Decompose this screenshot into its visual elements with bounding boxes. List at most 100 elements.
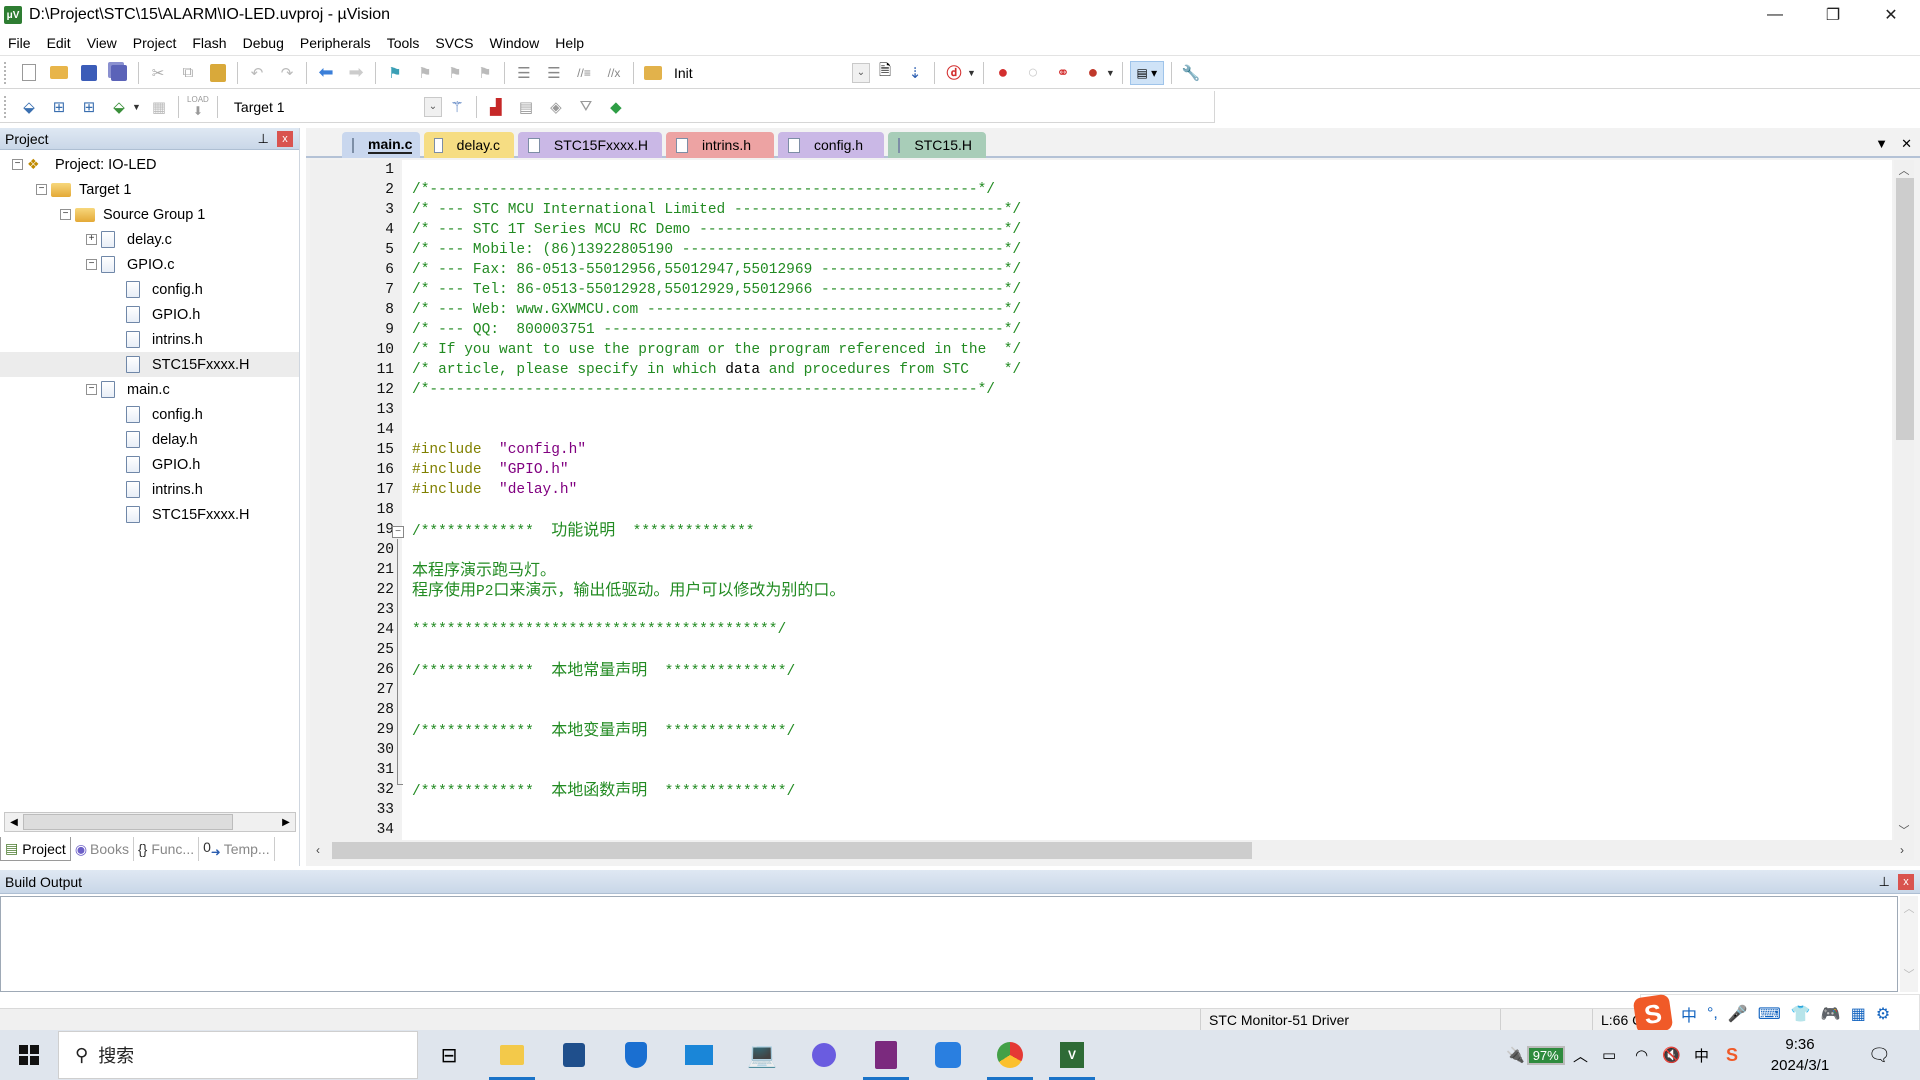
menu-project[interactable]: Project	[125, 35, 185, 51]
code-line[interactable]: /* article, please specify in which data…	[402, 360, 1892, 380]
code-line[interactable]	[402, 820, 1892, 840]
tree-node[interactable]: − GPIO.c	[0, 252, 299, 277]
debug-session-button[interactable]: ⓓ	[942, 61, 966, 85]
find-combo[interactable]: Init ⌄	[668, 62, 870, 84]
editor-vertical-scrollbar[interactable]: ︿ ﹀	[1894, 160, 1914, 840]
paste-button[interactable]	[206, 61, 230, 85]
open-button[interactable]	[47, 61, 71, 85]
tree-node[interactable]: intrins.h	[0, 477, 299, 502]
code-line[interactable]	[402, 420, 1892, 440]
code-line[interactable]: #include "delay.h"	[402, 480, 1892, 500]
ime-skin-icon[interactable]: 👕	[1791, 1004, 1811, 1024]
code-line[interactable]	[402, 160, 1892, 180]
cut-button[interactable]: ✂	[146, 61, 170, 85]
horizontal-scroll-thumb[interactable]	[332, 842, 1252, 859]
tab-functions[interactable]: {} Func...	[134, 837, 200, 861]
tree-node[interactable]: delay.h	[0, 427, 299, 452]
ime-keyboard-icon[interactable]: ⌨	[1758, 1004, 1781, 1024]
save-all-button[interactable]	[107, 61, 131, 85]
manage-components-button[interactable]: ▟	[484, 95, 508, 119]
pin-icon[interactable]: ⊥	[258, 131, 269, 147]
run-time-environment-button[interactable]: ◆	[604, 95, 628, 119]
comment-button[interactable]: //≡	[572, 61, 596, 85]
chevron-down-icon[interactable]: ⌄	[423, 96, 442, 117]
editor-tab[interactable]: STC15.H	[888, 132, 986, 158]
ime-voice-icon[interactable]: 🎤	[1728, 1004, 1748, 1024]
ime-settings-icon[interactable]: ⚙	[1876, 1004, 1890, 1024]
input-method-indicator[interactable]: 中	[1694, 1030, 1709, 1080]
collapse-icon[interactable]: −	[60, 209, 71, 220]
kill-all-breakpoints-button[interactable]: ●	[1081, 61, 1105, 85]
pack-installer-button[interactable]: ⛛	[574, 95, 598, 119]
editor-tab[interactable]: STC15Fxxxx.H	[518, 132, 662, 158]
copy-button[interactable]: ⧉	[176, 61, 200, 85]
taskbar-browser[interactable]	[981, 1030, 1039, 1080]
tree-node[interactable]: STC15Fxxxx.H	[0, 352, 299, 377]
code-line[interactable]	[402, 700, 1892, 720]
collapse-icon[interactable]: −	[86, 384, 97, 395]
code-line[interactable]: /************* 本地常量声明 **************/	[402, 660, 1892, 680]
collapse-icon[interactable]: −	[86, 259, 97, 270]
scroll-right-icon[interactable]: ›	[1900, 843, 1904, 857]
insert-bookmark-button[interactable]: ⚑	[383, 61, 407, 85]
code-line[interactable]: /* --- STC MCU International Limited ---…	[402, 200, 1892, 220]
code-line[interactable]	[402, 680, 1892, 700]
code-editor[interactable]: /*--------------------------------------…	[402, 160, 1892, 840]
tab-list-dropdown[interactable]: ▼	[1875, 136, 1888, 151]
incremental-find-button[interactable]: ⇣	[903, 61, 927, 85]
editor-tab[interactable]: intrins.h	[666, 132, 774, 158]
build-button[interactable]: ⊞	[47, 95, 71, 119]
menu-file[interactable]: File	[0, 35, 39, 51]
code-line[interactable]: #include "GPIO.h"	[402, 460, 1892, 480]
taskbar-search-box[interactable]: ⚲ 搜索	[58, 1031, 418, 1079]
code-line[interactable]: /* --- Fax: 86-0513-55012956,55012947,55…	[402, 260, 1892, 280]
menu-peripherals[interactable]: Peripherals	[292, 35, 379, 51]
toolbar-grip[interactable]	[4, 61, 10, 84]
code-line[interactable]: /*--------------------------------------…	[402, 180, 1892, 200]
taskbar-pdf-app[interactable]	[857, 1030, 915, 1080]
tree-node[interactable]: STC15Fxxxx.H	[0, 502, 299, 527]
taskbar-mail[interactable]	[670, 1030, 728, 1080]
enable-breakpoint-button[interactable]: ○	[1021, 61, 1045, 85]
select-software-packs-button[interactable]: ◈	[544, 95, 568, 119]
close-button[interactable]: ✕	[1862, 0, 1920, 30]
code-line[interactable]: #include "config.h"	[402, 440, 1892, 460]
tab-project[interactable]: ▤ Project	[0, 837, 71, 861]
code-line[interactable]: ****************************************…	[402, 620, 1892, 640]
nav-back-button[interactable]: ⬅	[314, 61, 338, 85]
batch-build-button[interactable]: ⬙	[107, 95, 131, 119]
tree-node[interactable]: − Source Group 1	[0, 202, 299, 227]
batch-build-dropdown-arrow[interactable]: ▼	[132, 102, 141, 112]
code-line[interactable]	[402, 600, 1892, 620]
menu-help[interactable]: Help	[547, 35, 592, 51]
expand-icon[interactable]: +	[86, 234, 97, 245]
taskbar-sync-app[interactable]	[795, 1030, 853, 1080]
menu-view[interactable]: View	[79, 35, 125, 51]
tree-node[interactable]: GPIO.h	[0, 452, 299, 477]
disable-all-breakpoints-button[interactable]: ⚭	[1051, 61, 1075, 85]
ime-toolbox-icon[interactable]: ▦	[1851, 1004, 1866, 1024]
code-line[interactable]: /************* 本地变量声明 **************/	[402, 720, 1892, 740]
target-options-button[interactable]: ⚚	[445, 95, 469, 119]
tree-node[interactable]: GPIO.h	[0, 302, 299, 327]
battery-tray-icon[interactable]: ▭	[1602, 1030, 1616, 1080]
editor-horizontal-scrollbar[interactable]: ‹ ›	[310, 840, 1914, 860]
editor-tab[interactable]: delay.c	[424, 132, 514, 158]
collapse-icon[interactable]: −	[12, 159, 23, 170]
close-tab-button[interactable]: ✕	[1901, 136, 1912, 152]
tree-node[interactable]: config.h	[0, 277, 299, 302]
tab-books[interactable]: ◉ Books	[71, 837, 134, 861]
code-line[interactable]	[402, 740, 1892, 760]
code-line[interactable]: 本程序演示跑马灯。	[402, 560, 1892, 580]
system-clock[interactable]: 9:36 2024/3/1	[1755, 1034, 1845, 1076]
scroll-down-icon[interactable]: ﹀	[1900, 966, 1918, 982]
configure-button[interactable]: 🔧	[1179, 61, 1203, 85]
window-layout-button[interactable]: ▤ ▾	[1129, 60, 1164, 85]
scroll-right-icon[interactable]: ▶	[277, 817, 295, 828]
taskbar-app-l[interactable]	[607, 1030, 665, 1080]
tree-node[interactable]: − ❖ Project: IO-LED	[0, 152, 299, 177]
scroll-left-icon[interactable]: ‹	[316, 843, 320, 857]
scroll-down-icon[interactable]: ﹀	[1894, 822, 1914, 838]
minimize-button[interactable]: —	[1746, 0, 1804, 30]
task-view-button[interactable]: ⊟	[420, 1030, 478, 1080]
